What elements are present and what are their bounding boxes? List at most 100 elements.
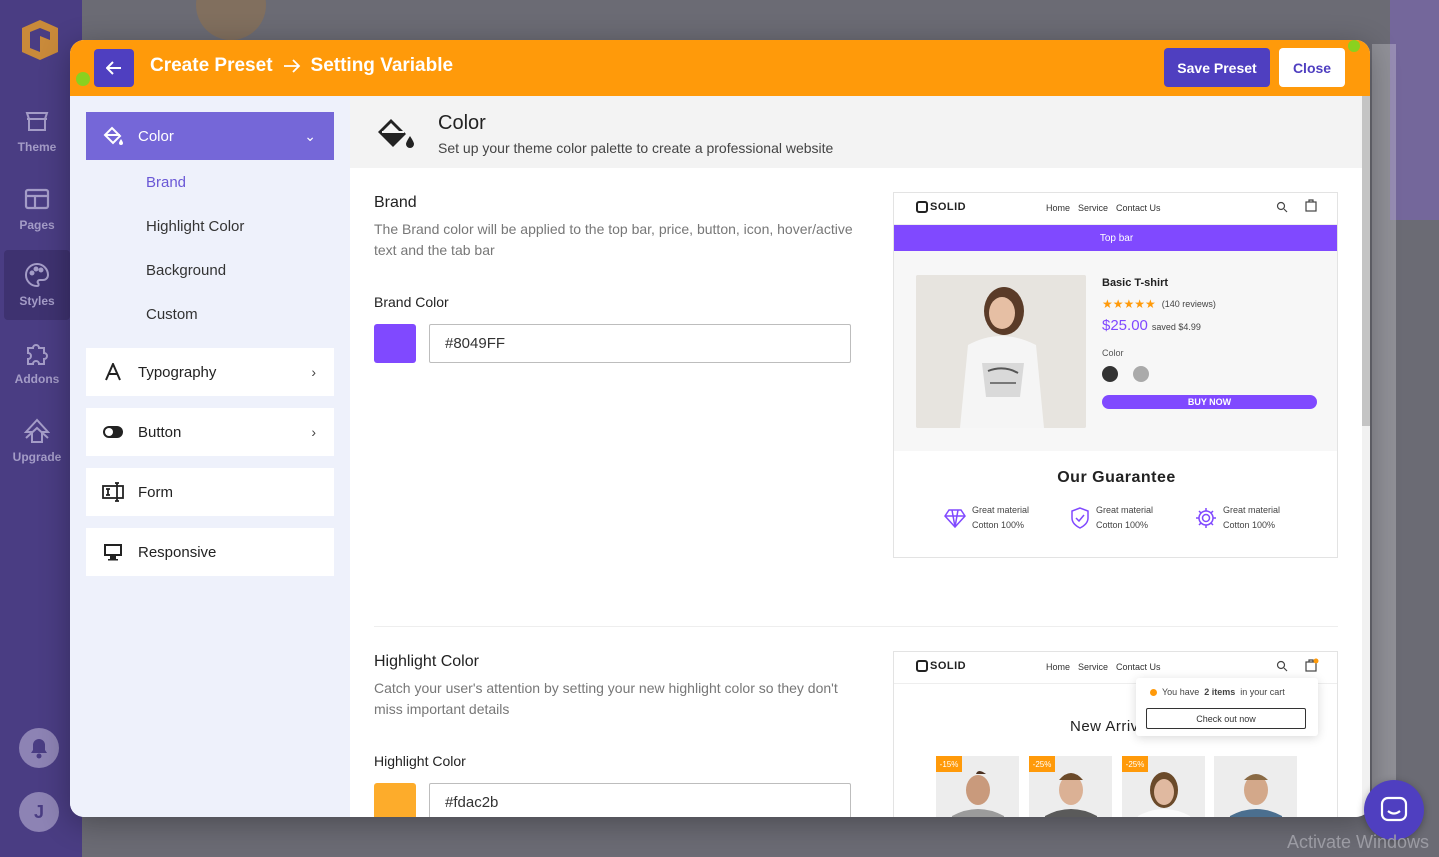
sidebar-group-typography[interactable]: Typography › bbox=[86, 348, 334, 396]
color-option-black bbox=[1102, 366, 1118, 382]
rail-item-label: Addons bbox=[14, 372, 60, 386]
color-option-gray bbox=[1133, 366, 1149, 382]
preview-navbar: SOLID Home Service Contact Us bbox=[894, 193, 1337, 225]
status-dot bbox=[76, 72, 90, 86]
rail-item-theme[interactable]: Theme bbox=[4, 96, 70, 166]
discount-badge: -25% bbox=[1029, 756, 1055, 772]
content-scrollbar[interactable] bbox=[1362, 96, 1370, 817]
discount-badge: -15% bbox=[936, 756, 962, 772]
sidebar-group-button[interactable]: Button › bbox=[86, 408, 334, 456]
preview-nav-service: Service bbox=[1078, 203, 1109, 213]
brand-color-input[interactable] bbox=[429, 324, 851, 363]
sidebar-group-label: Typography bbox=[138, 363, 217, 381]
close-button[interactable]: Close bbox=[1279, 48, 1345, 87]
monitor-icon bbox=[102, 541, 124, 563]
layout-icon bbox=[24, 188, 50, 210]
page-title: Color bbox=[438, 112, 486, 134]
preview-logo: SOLID bbox=[916, 660, 966, 672]
logo-icon bbox=[916, 660, 928, 672]
background-decoration bbox=[196, 0, 266, 40]
scrollbar-thumb[interactable] bbox=[1362, 96, 1370, 426]
product-color-label: Color bbox=[1102, 348, 1124, 358]
guarantee-line1: Great material bbox=[1223, 505, 1281, 515]
highlight-section-description: Catch your user's attention by setting y… bbox=[374, 680, 838, 717]
highlight-color-label: Highlight Color bbox=[374, 753, 466, 769]
form-field-icon bbox=[102, 481, 124, 503]
rail-item-upgrade[interactable]: Upgrade bbox=[4, 406, 70, 476]
paint-bucket-icon bbox=[378, 119, 414, 148]
logo-icon bbox=[916, 201, 928, 213]
content-header: Color Set up your theme color palette to… bbox=[350, 96, 1362, 168]
highlight-color-input[interactable] bbox=[429, 783, 851, 817]
product-tile bbox=[1214, 756, 1297, 817]
section-divider bbox=[374, 626, 1338, 627]
brand-section-description: The Brand color will be applied to the t… bbox=[374, 221, 853, 258]
product-price: $25.00 saved $4.99 bbox=[1102, 317, 1201, 334]
preview-nav-home: Home bbox=[1046, 203, 1071, 213]
sidebar-item-highlight-color[interactable]: Highlight Color bbox=[146, 218, 244, 235]
sidebar-group-color[interactable]: Color ⌄ bbox=[86, 112, 334, 160]
rail-item-styles[interactable]: Styles bbox=[4, 250, 70, 320]
bag-icon bbox=[1305, 658, 1319, 672]
discount-badge: -25% bbox=[1122, 756, 1148, 772]
sidebar-item-background[interactable]: Background bbox=[146, 262, 226, 279]
preview-logo: SOLID bbox=[916, 201, 966, 213]
highlight-color-swatch[interactable] bbox=[374, 783, 416, 817]
status-dot bbox=[1150, 688, 1157, 696]
puzzle-icon bbox=[27, 344, 48, 365]
rail-item-label: Theme bbox=[17, 140, 57, 154]
model-blue-tshirt bbox=[1214, 756, 1297, 817]
product-tile: -25% bbox=[1029, 756, 1112, 817]
search-icon bbox=[1276, 201, 1288, 213]
back-button[interactable] bbox=[94, 49, 134, 87]
preview-logo-text: SOLID bbox=[930, 660, 967, 672]
app-logo-icon bbox=[22, 20, 58, 60]
page-subtitle: Set up your theme color palette to creat… bbox=[438, 140, 834, 156]
sidebar-group-form[interactable]: Form bbox=[86, 468, 334, 516]
product-name: Basic T-shirt bbox=[1102, 277, 1169, 289]
guarantee-item: Great material Cotton 100% bbox=[1195, 503, 1280, 533]
popup-text: You have bbox=[1162, 687, 1200, 697]
settings-content: Color Set up your theme color palette to… bbox=[350, 96, 1370, 817]
windows-activation-watermark: Activate Windows bbox=[1287, 832, 1430, 852]
sidebar-group-responsive[interactable]: Responsive bbox=[86, 528, 334, 576]
modal-title: Create Preset Setting Variable bbox=[150, 55, 453, 77]
new-arrivals-heading: New Arriv bbox=[1070, 718, 1139, 735]
gear-icon bbox=[1196, 508, 1216, 528]
rail-item-pages[interactable]: Pages bbox=[4, 174, 70, 244]
rail-item-addons[interactable]: Addons bbox=[4, 328, 70, 398]
palette-icon bbox=[25, 262, 50, 288]
notification-button[interactable] bbox=[19, 728, 59, 768]
guarantee-line2: Cotton 100% bbox=[972, 520, 1025, 530]
shield-check-icon bbox=[1071, 507, 1089, 529]
product-image bbox=[916, 275, 1086, 428]
sidebar-group-label: Responsive bbox=[138, 543, 217, 561]
brand-color-swatch[interactable] bbox=[374, 324, 416, 363]
cart-popup: You have 2 items in your cart Check out … bbox=[1136, 678, 1318, 736]
sidebar-item-custom[interactable]: Custom bbox=[146, 306, 198, 323]
sidebar-item-brand[interactable]: Brand bbox=[146, 174, 186, 191]
sidebar-group-label: Color bbox=[138, 127, 174, 145]
letter-a-icon bbox=[102, 361, 124, 383]
price-value: $25.00 bbox=[1102, 317, 1148, 334]
saved-amount: saved $4.99 bbox=[1151, 322, 1201, 332]
preview-product: Basic T-shirt ★★★★★ (140 reviews) $25.00… bbox=[894, 251, 1337, 451]
popup-text: in your cart bbox=[1240, 687, 1285, 697]
background-panel-edge bbox=[1372, 44, 1396, 804]
tshirt-model-illustration bbox=[916, 275, 1086, 428]
storefront-icon bbox=[25, 112, 49, 131]
user-avatar[interactable]: J bbox=[19, 792, 59, 832]
guarantee-line2: Cotton 100% bbox=[1096, 520, 1149, 530]
chat-support-button[interactable] bbox=[1364, 780, 1424, 840]
guarantee-line2: Cotton 100% bbox=[1223, 520, 1276, 530]
review-count: (140 reviews) bbox=[1161, 299, 1216, 309]
background-decoration bbox=[1390, 0, 1439, 220]
preview-nav-home: Home bbox=[1046, 662, 1071, 672]
save-preset-button[interactable]: Save Preset bbox=[1164, 48, 1270, 87]
preview-nav-links: Home Service Contact Us bbox=[1046, 203, 1161, 213]
brand-preview-card: SOLID Home Service Contact Us Top bar Ba… bbox=[893, 192, 1338, 558]
preview-logo-text: SOLID bbox=[930, 201, 967, 213]
bell-icon bbox=[31, 739, 47, 759]
settings-sidebar: Color ⌄ Brand Highlight Color Background… bbox=[70, 96, 350, 817]
create-preset-modal: Create Preset Setting Variable Save Pres… bbox=[70, 40, 1370, 817]
